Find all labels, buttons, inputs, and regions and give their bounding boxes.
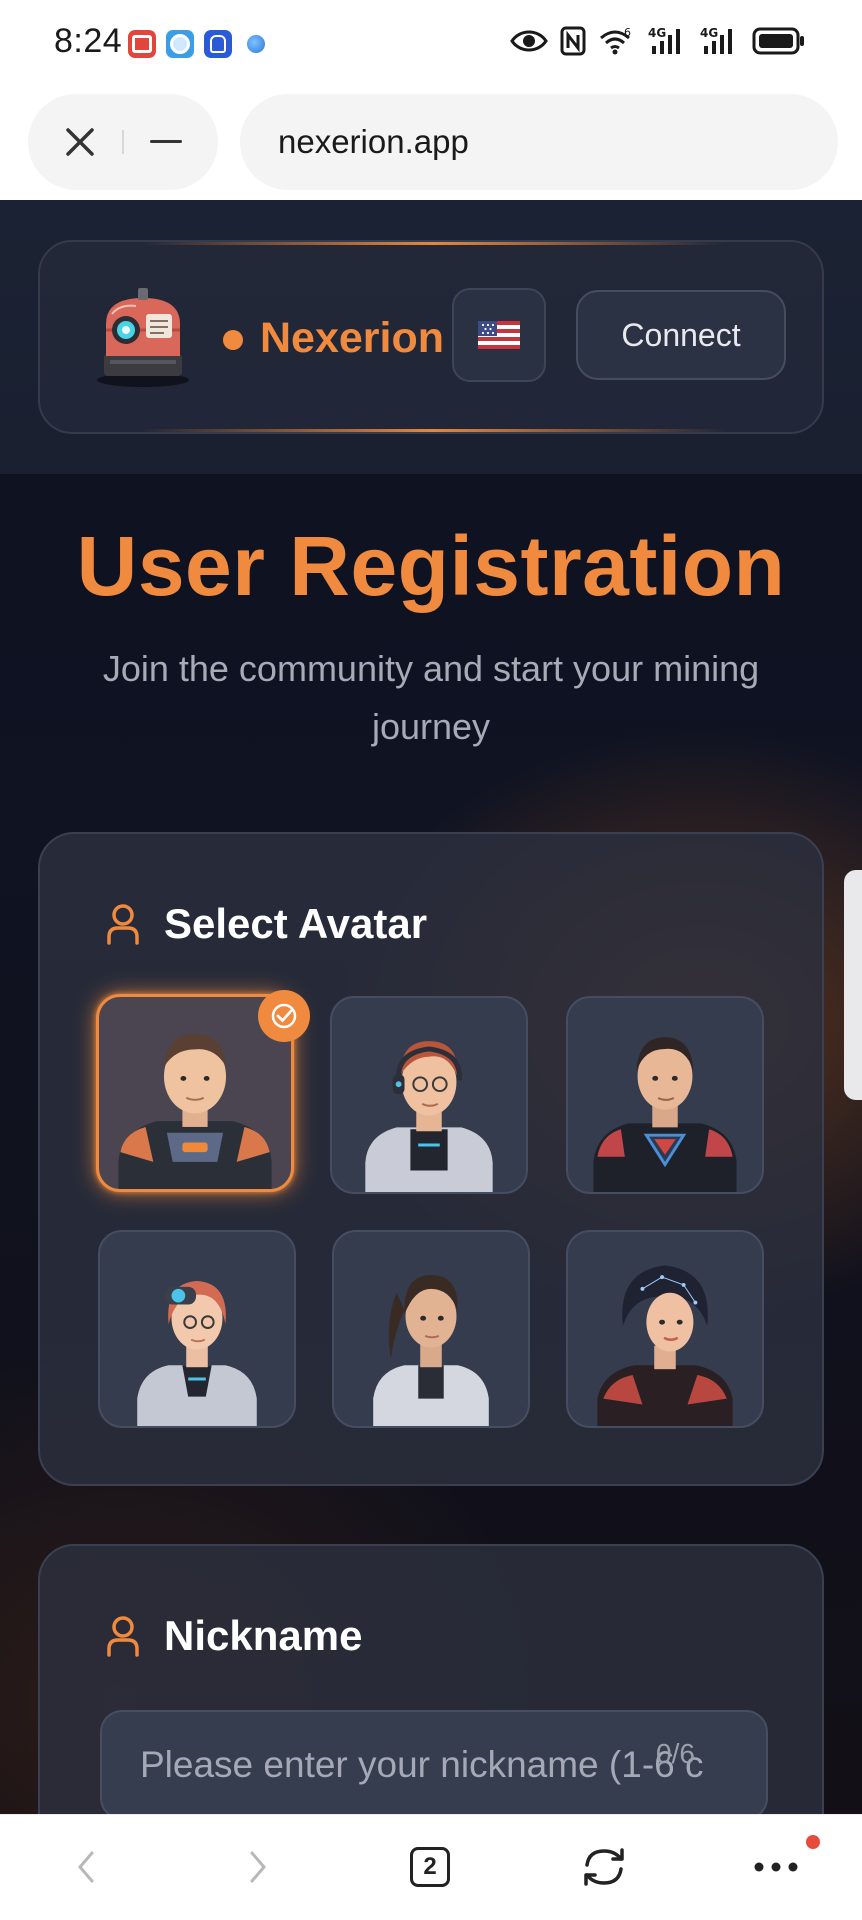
header-card: Nexerion Connect (38, 240, 824, 434)
user-icon (107, 1616, 139, 1657)
light-blue-app-icon (166, 30, 194, 58)
tabs-button[interactable]: 2 (400, 1837, 460, 1897)
refresh-button[interactable] (574, 1837, 634, 1897)
user-icon (107, 904, 139, 945)
wifi-icon: 6 (600, 26, 631, 55)
tabs-icon: 2 (410, 1847, 450, 1887)
status-dot (223, 330, 243, 350)
avatar-male-headset-icon (365, 1041, 493, 1192)
battery-icon (752, 27, 804, 55)
connect-button[interactable]: Connect (576, 290, 786, 380)
header-glow-line (140, 429, 726, 432)
nickname-section-header: Nickname (106, 1612, 362, 1660)
red-app-icon (128, 30, 156, 58)
language-button[interactable] (452, 288, 546, 382)
notification-dot (806, 1835, 820, 1849)
avatar-female-goggles-icon (137, 1280, 257, 1426)
nickname-section: Nickname Please enter your nickname (1-6… (38, 1544, 824, 1814)
svg-text:4G: 4G (648, 26, 666, 40)
globe-app-icon (242, 30, 270, 58)
header-glow-line (140, 242, 726, 245)
side-drawer-handle[interactable] (844, 870, 862, 1100)
avatar-section-title: Select Avatar (164, 900, 428, 947)
minimize-icon[interactable] (150, 140, 182, 143)
brand-name[interactable]: Nexerion (260, 314, 444, 363)
status-time: 8:24 (54, 22, 123, 60)
avatar-section-header: Select Avatar (106, 900, 427, 948)
forward-button[interactable] (228, 1837, 288, 1897)
browser-toolbar: nexerion.app (0, 88, 862, 200)
nickname-char-counter: 0/6 (656, 1738, 695, 1769)
tab-controls (28, 94, 218, 190)
site-header: Nexerion Connect (0, 200, 862, 474)
status-indicators: 6 4G 4G (510, 26, 806, 56)
more-icon (754, 1862, 798, 1872)
mining-machine-logo[interactable] (90, 284, 196, 390)
blue-app-icon (204, 30, 232, 58)
page-title: User Registration (76, 519, 786, 613)
web-page: Nexerion Connect User Registration Join … (0, 200, 862, 1814)
avatar-section: Select Avatar (38, 832, 824, 1486)
page-subtitle: Join the community and start your mining… (102, 648, 760, 747)
eye-icon (510, 30, 548, 52)
nfc-icon (560, 26, 586, 56)
selected-check-icon (258, 990, 310, 1042)
avatar-option-3[interactable] (566, 996, 764, 1194)
avatar-male-dark-armor-icon (593, 1037, 737, 1192)
avatar-female-hooded-icon (597, 1265, 733, 1426)
url-field[interactable]: nexerion.app (240, 94, 838, 190)
avatar-option-6[interactable] (566, 1230, 764, 1428)
signal-4g-icon: 4G (648, 26, 680, 54)
status-bar: 8:24 6 4G 4G (0, 0, 862, 88)
avatar-female-ponytail-icon (373, 1275, 489, 1426)
avatar-option-5[interactable] (332, 1230, 530, 1428)
divider (122, 130, 124, 154)
back-icon (78, 1851, 94, 1883)
back-button[interactable] (56, 1837, 116, 1897)
avatar-option-4[interactable] (98, 1230, 296, 1428)
browser-bottom-nav: 2 (0, 1814, 862, 1920)
us-flag-icon (478, 321, 520, 349)
refresh-icon (584, 1848, 624, 1886)
nickname-section-title: Nickname (164, 1612, 363, 1659)
signal-4g-icon: 4G (700, 26, 732, 54)
close-icon[interactable] (60, 122, 100, 162)
forward-icon (250, 1851, 266, 1883)
status-app-icons (128, 30, 270, 58)
avatar-option-2[interactable] (330, 996, 528, 1194)
more-button[interactable] (746, 1837, 806, 1897)
svg-text:4G: 4G (700, 26, 718, 40)
